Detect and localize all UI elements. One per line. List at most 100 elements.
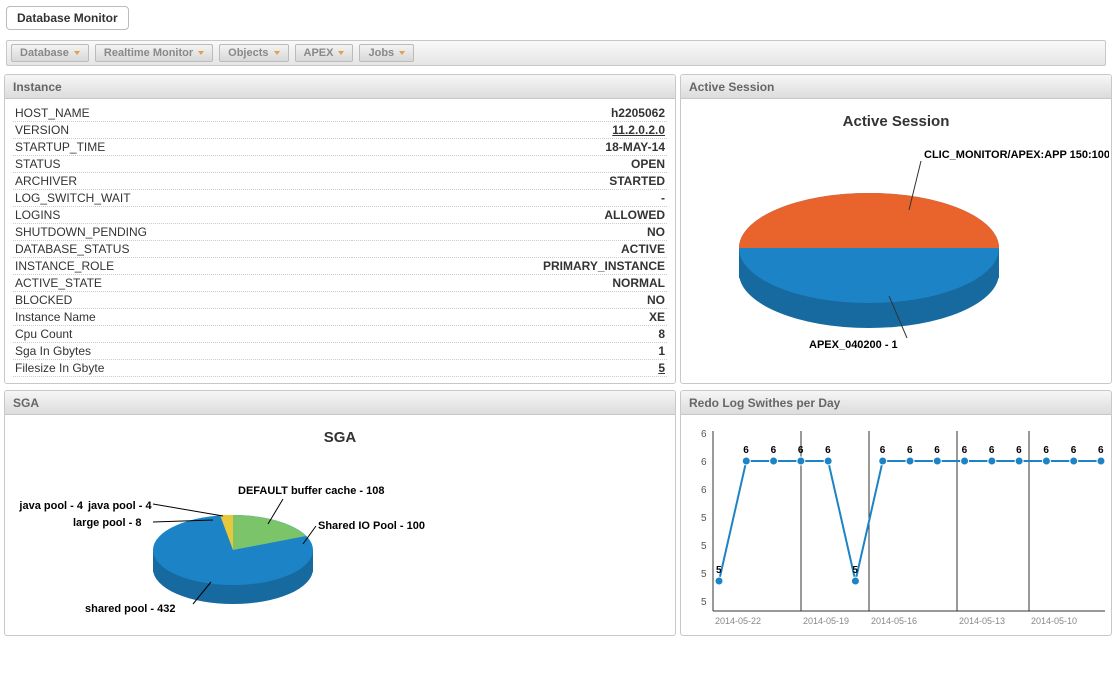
svg-text:2014-05-22: 2014-05-22 (715, 616, 761, 626)
chart-data-label: 6 (934, 445, 940, 456)
instance-value: 18-MAY-14 (352, 139, 667, 156)
svg-text:5: 5 (701, 569, 707, 580)
instance-key: DATABASE_STATUS (13, 241, 352, 258)
instance-value: ACTIVE (352, 241, 667, 258)
menu-item-realtime-monitor[interactable]: Realtime Monitor (95, 44, 213, 62)
sga-label-large-pool: large pool - 8 (73, 517, 141, 529)
instance-value: - (352, 190, 667, 207)
chevron-down-icon (198, 51, 204, 55)
table-row: STARTUP_TIME18-MAY-14 (13, 139, 667, 156)
table-row: LOG_SWITCH_WAIT- (13, 190, 667, 207)
active-session-pie-chart: CLIC_MONITOR/APEX:APP 150:1001 - APEX_04… (689, 138, 1109, 358)
chart-point[interactable] (961, 457, 969, 465)
sga-region-header: SGA (5, 391, 675, 415)
table-row: VERSION11.2.0.2.0 (13, 122, 667, 139)
sga-label-shared-io: Shared IO Pool - 100 (318, 520, 425, 532)
chart-data-label: 6 (989, 445, 995, 456)
active-session-chart-title: Active Session (689, 113, 1103, 130)
svg-text:6: 6 (701, 485, 707, 496)
menu-item-apex[interactable]: APEX (295, 44, 354, 62)
instance-table: HOST_NAMEh2205062VERSION11.2.0.2.0STARTU… (13, 105, 667, 377)
svg-text:6: 6 (701, 457, 707, 468)
sga-region: SGA SGA DEFAULT buffer cache - 108 Share… (4, 390, 676, 636)
chart-point[interactable] (715, 577, 723, 585)
instance-key: Cpu Count (13, 326, 352, 343)
instance-key: ACTIVE_STATE (13, 275, 352, 292)
chart-point[interactable] (906, 457, 914, 465)
sga-label-buffer-cache: DEFAULT buffer cache - 108 (238, 485, 385, 497)
menu-item-label: Jobs (368, 47, 394, 59)
sga-chart-title: SGA (13, 429, 667, 446)
chart-data-label: 6 (743, 445, 749, 456)
sga-label-java-pool: java pool - 4 (18, 500, 83, 512)
instance-key: VERSION (13, 122, 352, 139)
chart-data-label: 6 (771, 445, 777, 456)
chart-point[interactable] (1042, 457, 1050, 465)
svg-text:2014-05-19: 2014-05-19 (803, 616, 849, 626)
chart-point[interactable] (933, 457, 941, 465)
table-row: DATABASE_STATUSACTIVE (13, 241, 667, 258)
table-row: BLOCKEDNO (13, 292, 667, 309)
table-row: ACTIVE_STATENORMAL (13, 275, 667, 292)
chart-point[interactable] (1015, 457, 1023, 465)
chart-point[interactable] (824, 457, 832, 465)
instance-key: HOST_NAME (13, 105, 352, 122)
table-row: STATUSOPEN (13, 156, 667, 173)
chart-point[interactable] (770, 457, 778, 465)
instance-value: 1 (352, 343, 667, 360)
chart-data-label: 6 (1016, 445, 1022, 456)
chart-point[interactable] (1097, 457, 1105, 465)
table-row: Sga In Gbytes1 (13, 343, 667, 360)
instance-value: NORMAL (352, 275, 667, 292)
instance-key: INSTANCE_ROLE (13, 258, 352, 275)
chart-data-label: 5 (852, 565, 858, 576)
chart-point[interactable] (879, 457, 887, 465)
svg-text:2014-05-16: 2014-05-16 (871, 616, 917, 626)
menu-item-jobs[interactable]: Jobs (359, 44, 414, 62)
database-monitor-button[interactable]: Database Monitor (6, 6, 129, 30)
chart-data-label: 6 (907, 445, 913, 456)
table-row: ARCHIVERSTARTED (13, 173, 667, 190)
table-row: LOGINSALLOWED (13, 207, 667, 224)
instance-key: Filesize In Gbyte (13, 360, 352, 377)
table-row: Instance NameXE (13, 309, 667, 326)
redo-line-chart: 6 6 6 5 5 5 5 (689, 421, 1109, 631)
chart-data-label: 6 (1071, 445, 1077, 456)
chart-point[interactable] (742, 457, 750, 465)
svg-text:5: 5 (701, 597, 707, 608)
instance-value: XE (352, 309, 667, 326)
instance-key: LOGINS (13, 207, 352, 224)
instance-key: STATUS (13, 156, 352, 173)
menu-item-database[interactable]: Database (11, 44, 89, 62)
menu-item-label: APEX (304, 47, 334, 59)
instance-region: Instance HOST_NAMEh2205062VERSION11.2.0.… (4, 74, 676, 384)
redo-log-region: Redo Log Swithes per Day 6 6 6 5 5 5 5 (680, 390, 1112, 636)
menu-item-label: Database (20, 47, 69, 59)
instance-key: STARTUP_TIME (13, 139, 352, 156)
redo-log-region-header: Redo Log Swithes per Day (681, 391, 1111, 415)
chart-point[interactable] (797, 457, 805, 465)
instance-value: NO (352, 224, 667, 241)
chevron-down-icon (74, 51, 80, 55)
menu-item-objects[interactable]: Objects (219, 44, 288, 62)
svg-text:6: 6 (701, 429, 707, 440)
instance-key: LOG_SWITCH_WAIT (13, 190, 352, 207)
instance-value: 8 (352, 326, 667, 343)
svg-text:java pool - 4: java pool - 4 (87, 500, 152, 512)
chart-point[interactable] (988, 457, 996, 465)
svg-text:2014-05-10: 2014-05-10 (1031, 616, 1077, 626)
chevron-down-icon (338, 51, 344, 55)
instance-key: ARCHIVER (13, 173, 352, 190)
chart-point[interactable] (851, 577, 859, 585)
instance-key: BLOCKED (13, 292, 352, 309)
chart-point[interactable] (1070, 457, 1078, 465)
instance-key: SHUTDOWN_PENDING (13, 224, 352, 241)
svg-text:5: 5 (701, 513, 707, 524)
table-row: SHUTDOWN_PENDINGNO (13, 224, 667, 241)
instance-value[interactable]: 5 (352, 360, 667, 377)
pie-label-top: CLIC_MONITOR/APEX:APP 150:1001 - (924, 149, 1109, 161)
instance-value[interactable]: 11.2.0.2.0 (352, 122, 667, 139)
instance-key: Instance Name (13, 309, 352, 326)
table-row: HOST_NAMEh2205062 (13, 105, 667, 122)
chart-data-label: 5 (716, 565, 722, 576)
